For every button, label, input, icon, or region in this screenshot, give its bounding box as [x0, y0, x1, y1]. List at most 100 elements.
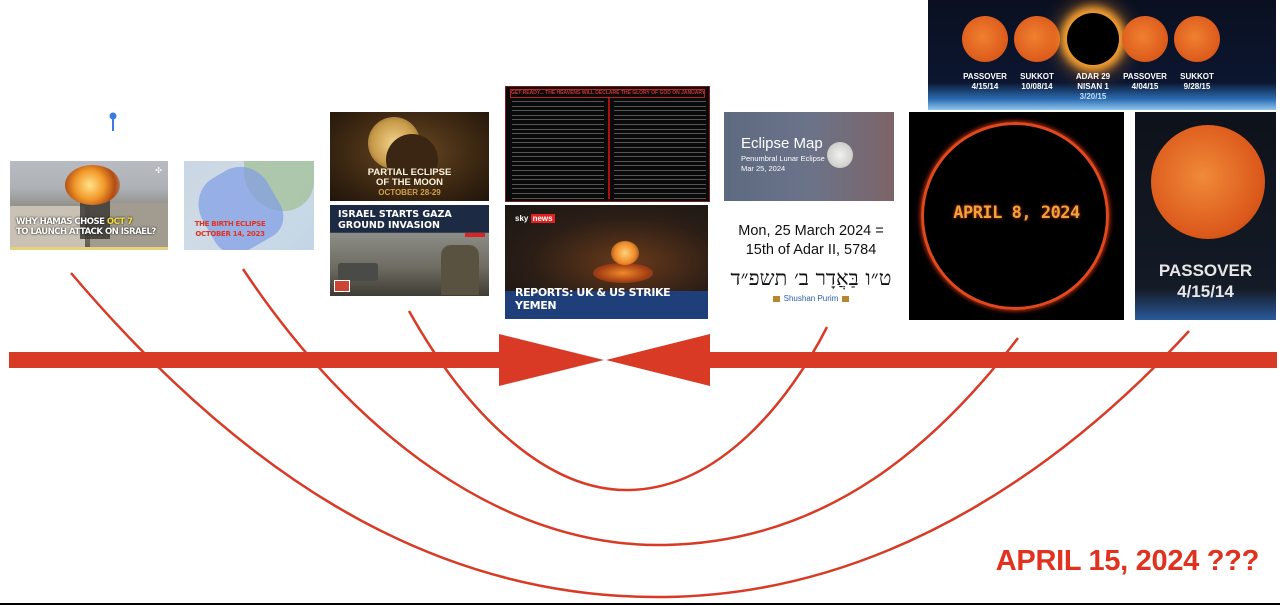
april-8-label: APRIL 8, 2024 [953, 203, 1080, 223]
table-row [512, 105, 604, 107]
birth-eclipse-map-thumbnail: THE BIRTH ECLIPSE OCTOBER 14, 2023 [184, 161, 314, 250]
table-row [512, 197, 604, 199]
date-line: Mar 25, 2024 [741, 164, 786, 173]
passover-blood-moon-image: PASSOVER 4/15/14 [1135, 112, 1276, 320]
arrowhead-right-pointing [499, 334, 604, 386]
table-row [512, 137, 604, 139]
table-row [614, 147, 706, 148]
table-row [512, 114, 604, 116]
caption-line: WHY HAMAS CHOSE [16, 217, 107, 227]
table-row [614, 124, 706, 125]
label-line: 4/15/14 [1177, 282, 1234, 301]
timeline-bar-left [9, 352, 509, 368]
headline-text: REPORTS: UK & US STRIKE YEMEN [515, 286, 671, 312]
table-row [614, 114, 706, 116]
tetrad-label: PASSOVER 4/15/14 [963, 72, 1007, 91]
blood-moon-icon [1014, 16, 1060, 62]
eclipse-map-title: Eclipse Map [741, 135, 823, 152]
tetrad-label: SUKKOT 9/28/15 [1180, 72, 1214, 91]
explosion-shape [65, 165, 120, 205]
label-line: PASSOVER [1158, 261, 1253, 280]
table-row [512, 174, 604, 176]
eclipse-map-subtitle: Penumbral Lunar Eclipse Mar 25, 2024 [741, 154, 825, 174]
table-row [512, 183, 604, 185]
megillah-icon [773, 295, 781, 302]
holiday-link[interactable]: Shushan Purim [784, 294, 839, 303]
table-row [512, 165, 604, 167]
table-row [614, 137, 706, 139]
april-8-eclipse-image: APRIL 8, 2024 [909, 112, 1124, 320]
news-tag [465, 233, 485, 237]
table-row [512, 170, 604, 171]
tetrad-label: ADAR 29 NISAN 1 3/20/15 [1075, 72, 1111, 101]
table-row [512, 133, 604, 135]
thumbnail-caption: THE BIRTH ECLIPSE OCTOBER 14, 2023 [190, 219, 270, 239]
gaza-invasion-thumbnail: ISRAEL STARTS GAZA GROUND INVASION [330, 205, 489, 296]
tetrad-label: PASSOVER 4/04/15 [1123, 72, 1167, 91]
table-row [614, 193, 706, 194]
channel-logo-icon [334, 280, 350, 292]
thumbnail-caption: PARTIAL ECLIPSE OF THE MOON [330, 168, 489, 188]
table-row [614, 101, 706, 102]
table-row [512, 142, 604, 144]
table-row [614, 183, 706, 185]
megillah-icon [841, 295, 849, 302]
table-row [614, 160, 706, 162]
hebrew-date-block: Mon, 25 March 2024 = 15th of Adar II, 57… [716, 222, 906, 303]
eclipse-map-thumbnail: Eclipse Map Penumbral Lunar Eclipse Mar … [724, 112, 894, 201]
table-row [614, 151, 706, 153]
blood-moon-icon [1174, 16, 1220, 62]
connector-arc-inner [407, 310, 829, 492]
table-row [614, 188, 706, 190]
table-row [614, 197, 706, 199]
hebrew-date-text: ט״ו בַּאֲדָר ב׳ תשפ״ד [730, 266, 892, 290]
partial-eclipse-thumbnail: PARTIAL ECLIPSE OF THE MOON OCTOBER 28-2… [330, 112, 489, 201]
solar-eclipse-icon [1067, 13, 1119, 65]
table-row [512, 124, 604, 125]
yemen-strike-thumbnail: sky news REPORTS: UK & US STRIKE YEMEN [505, 205, 708, 319]
moon-icon [827, 142, 853, 168]
subtitle-line: Penumbral Lunar Eclipse [741, 154, 825, 163]
table-row [512, 119, 604, 121]
thumbnail-caption: WHY HAMAS CHOSE OCT 7 TO LAUNCH ATTACK O… [16, 217, 156, 237]
table-row [614, 128, 706, 130]
thumbnail-caption: ISRAEL STARTS GAZA GROUND INVASION [338, 209, 452, 231]
blood-moon-icon [1151, 125, 1265, 239]
tetrad-label: SUKKOT 10/08/14 [1020, 72, 1054, 91]
table-row [614, 133, 706, 135]
blood-moon-icon [1122, 16, 1168, 62]
hebrew-date-english: 15th of Adar II, 5784 [745, 242, 877, 258]
caption-line: ISRAEL STARTS GAZA [338, 209, 452, 220]
caption-line: OCTOBER 14, 2023 [195, 230, 265, 238]
caption-line: OF THE MOON [375, 177, 444, 188]
timeline-bar-right [700, 352, 1277, 368]
table-row [512, 179, 604, 181]
table-row [614, 142, 706, 144]
table-header-banner: GET READY... THE HEAVENS WILL DECLARE TH… [510, 89, 705, 98]
sky-news-logo: sky news [515, 214, 555, 223]
tank-shape [338, 263, 378, 281]
table-row [512, 156, 604, 158]
table-row [512, 193, 604, 194]
caption-line: GROUND INVASION [338, 220, 440, 231]
logo-text: sky [515, 214, 529, 223]
gregorian-date: Mon, 25 March 2024 = [738, 223, 884, 239]
april-15-question-label: APRIL 15, 2024 ??? [995, 545, 1260, 577]
table-row [614, 165, 706, 167]
table-row [512, 151, 604, 153]
bottom-rule [0, 603, 1280, 605]
caption-highlight: OCT 7 [106, 217, 133, 227]
brand-logo-icon: ✣ [155, 166, 162, 175]
table-row [512, 160, 604, 162]
caption-line: TO LAUNCH ATTACK ON ISRAEL? [16, 227, 156, 237]
table-row [614, 119, 706, 121]
heavens-declare-table-thumbnail: GET READY... THE HEAVENS WILL DECLARE TH… [505, 86, 710, 202]
table-row [512, 188, 604, 190]
caption-line: THE BIRTH ECLIPSE [194, 220, 266, 228]
table-row [512, 128, 604, 130]
caption-bar [10, 247, 168, 250]
fire-shape [593, 263, 653, 283]
hamas-oct7-thumbnail: ✣ WHY HAMAS CHOSE OCT 7 TO LAUNCH ATTACK… [10, 161, 168, 250]
table-row [614, 170, 706, 171]
caption-date: OCTOBER 28-29 [378, 188, 441, 197]
